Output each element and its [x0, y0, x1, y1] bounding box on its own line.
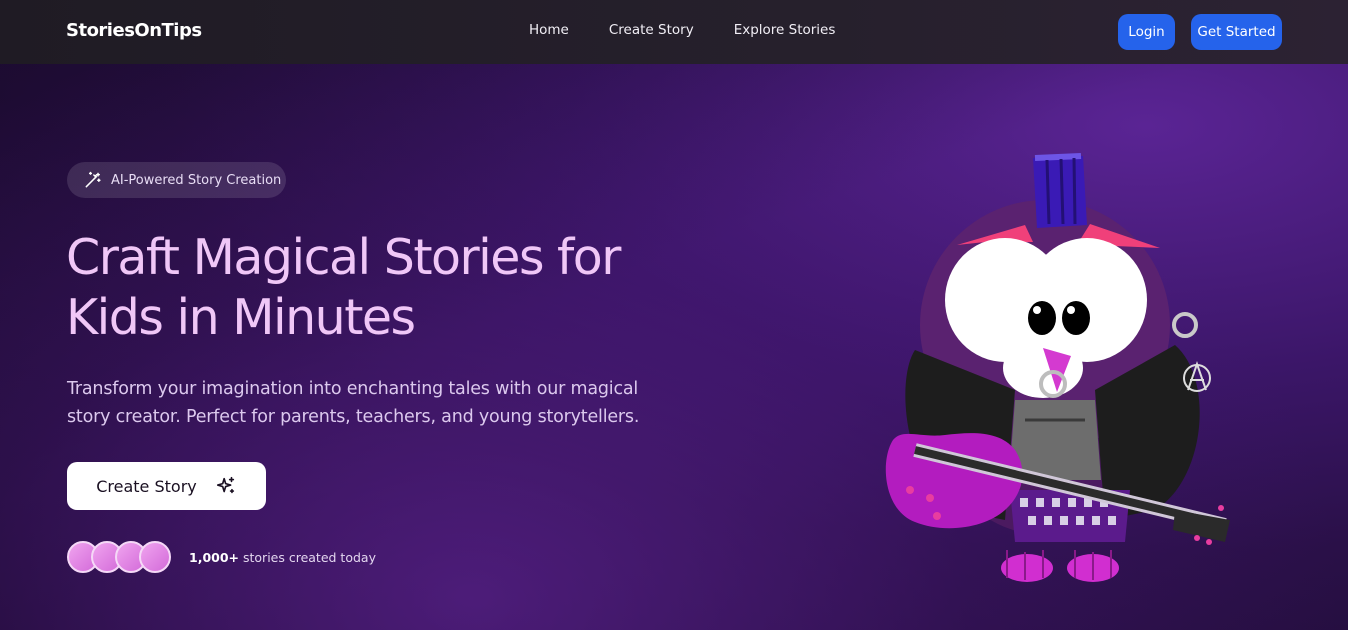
nav-link-home[interactable]: Home: [529, 22, 569, 38]
ai-badge: AI-Powered Story Creation: [67, 162, 286, 198]
social-caption: stories created today: [239, 549, 376, 565]
social-proof-text: 1,000+ stories created today: [189, 550, 376, 565]
login-button[interactable]: Login: [1118, 14, 1175, 50]
punk-owl-mascot-illustration: [885, 153, 1230, 582]
create-story-button[interactable]: Create Story: [67, 462, 266, 510]
magic-wand-icon: [85, 171, 101, 188]
nav-links: Home Create Story Explore Stories: [529, 22, 835, 38]
hero-subtitle: Transform your imagination into enchanti…: [67, 375, 667, 431]
avatar: [139, 541, 171, 573]
navbar: StoriesOnTips Home Create Story Explore …: [0, 0, 1348, 64]
nav-link-create-story[interactable]: Create Story: [609, 22, 694, 38]
avatar-group: [67, 541, 171, 573]
headline-line-2: Kids in Minutes: [66, 289, 416, 346]
brand-logo[interactable]: StoriesOnTips: [66, 20, 202, 41]
subtitle-line-2: story creator. Perfect for parents, teac…: [67, 407, 640, 427]
social-proof: 1,000+ stories created today: [67, 541, 376, 573]
create-story-label: Create Story: [96, 476, 197, 496]
headline-line-1: Craft Magical Stories for: [66, 229, 621, 286]
badge-text: AI-Powered Story Creation: [111, 172, 282, 188]
subtitle-line-1: Transform your imagination into enchanti…: [67, 379, 639, 399]
nav-link-explore-stories[interactable]: Explore Stories: [734, 22, 836, 38]
page-title: Craft Magical Stories for Kids in Minute…: [66, 228, 706, 348]
get-started-button[interactable]: Get Started: [1191, 14, 1282, 50]
social-count: 1,000+: [189, 549, 240, 565]
sparkles-icon: [216, 476, 234, 494]
